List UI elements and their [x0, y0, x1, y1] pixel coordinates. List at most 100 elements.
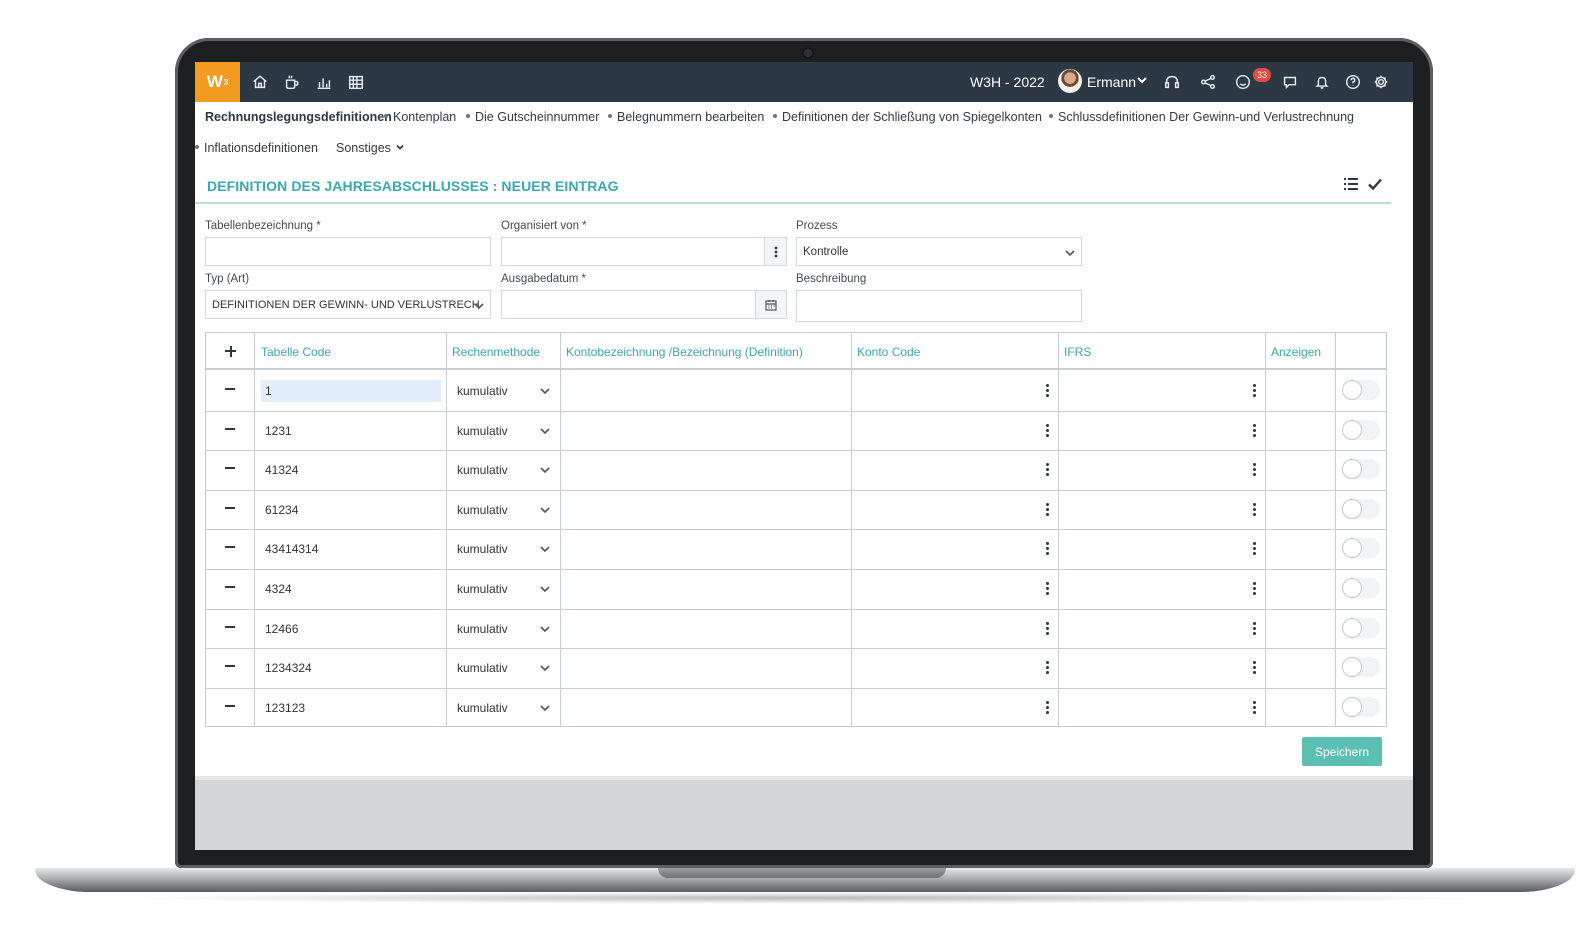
cell-code[interactable]: 12466 [265, 622, 298, 636]
cell-method-select[interactable]: kumulativ [457, 661, 508, 675]
remove-row-icon[interactable] [225, 665, 235, 668]
cell-account-name[interactable] [561, 570, 850, 608]
help-icon[interactable] [1343, 72, 1363, 92]
cell-account-name[interactable] [561, 451, 850, 489]
coffee-icon[interactable] [282, 72, 302, 92]
kebab-menu-icon[interactable] [765, 237, 787, 266]
account-code-menu-icon[interactable] [1046, 582, 1049, 595]
cell-method-select[interactable]: kumulativ [457, 424, 508, 438]
cell-method-select[interactable]: kumulativ [457, 503, 508, 517]
ifrs-menu-icon[interactable] [1253, 463, 1256, 477]
remove-row-icon[interactable] [225, 467, 235, 470]
cell-method-select[interactable]: kumulativ [457, 384, 508, 398]
cell-account-name[interactable] [561, 649, 850, 687]
cell-account-name[interactable] [561, 689, 850, 727]
account-code-menu-icon[interactable] [1046, 700, 1049, 714]
add-row-icon[interactable] [229, 345, 232, 357]
ifrs-menu-icon[interactable] [1253, 384, 1256, 397]
cell-account-name[interactable] [561, 372, 850, 410]
cell-code[interactable]: 1234324 [265, 661, 312, 675]
account-code-menu-icon[interactable] [1046, 621, 1049, 635]
ifrs-menu-icon[interactable] [1253, 700, 1256, 714]
show-toggle[interactable] [1342, 617, 1380, 638]
organized-by-field[interactable] [501, 237, 765, 266]
cell-method-select[interactable]: kumulativ [457, 463, 508, 477]
chat-icon[interactable] [1280, 72, 1300, 92]
remove-row-icon[interactable] [225, 427, 235, 430]
menu-more-dropdown[interactable]: Sonstiges [336, 141, 405, 155]
remove-row-icon[interactable] [225, 704, 235, 707]
smiley-icon[interactable] [1233, 72, 1253, 92]
cell-account-name[interactable] [561, 491, 850, 529]
cell-account-name[interactable] [561, 412, 850, 450]
cell-code[interactable]: 123123 [265, 701, 305, 715]
ifrs-menu-icon[interactable] [1253, 582, 1256, 595]
issue-date-field[interactable] [501, 290, 756, 319]
cell-method-select[interactable]: kumulativ [457, 542, 508, 556]
menu-item-spiegelkonten[interactable]: Definitionen der Schließung von Spiegelk… [773, 110, 1042, 124]
checkmark-icon[interactable] [1367, 176, 1385, 194]
account-code-menu-icon[interactable] [1046, 661, 1049, 675]
ifrs-menu-icon[interactable] [1253, 542, 1256, 556]
show-toggle[interactable] [1342, 696, 1380, 717]
save-button[interactable]: Speichern [1302, 737, 1382, 766]
cell-account-name[interactable] [561, 610, 850, 648]
col-header-method[interactable]: Rechenmethode [446, 333, 559, 370]
menu-item-rechnungslegung[interactable]: Rechnungslegungsdefinitionen [205, 110, 392, 124]
account-code-menu-icon[interactable] [1046, 423, 1049, 437]
menu-item-schlussdefinitionen[interactable]: Schlussdefinitionen Der Gewinn-und Verlu… [1049, 110, 1354, 124]
ifrs-menu-icon[interactable] [1253, 621, 1256, 635]
account-code-menu-icon[interactable] [1046, 542, 1049, 556]
menu-item-belegnummern[interactable]: Belegnummern bearbeiten [608, 110, 764, 124]
menu-item-inflation[interactable]: Inflationsdefinitionen [195, 141, 318, 155]
menu-item-kontenplan[interactable]: Kontenplan [384, 110, 456, 124]
cell-method-select[interactable]: kumulativ [457, 582, 508, 596]
account-code-menu-icon[interactable] [1046, 384, 1049, 397]
company-name[interactable]: W3H - 2022 [970, 74, 1045, 90]
ifrs-menu-icon[interactable] [1253, 423, 1256, 437]
description-textarea[interactable] [796, 290, 1082, 322]
show-toggle[interactable] [1342, 538, 1380, 559]
ifrs-menu-icon[interactable] [1253, 661, 1256, 675]
list-icon[interactable] [1343, 176, 1361, 194]
col-header-show[interactable]: Anzeigen [1265, 333, 1335, 370]
table-name-field[interactable] [205, 237, 491, 266]
show-toggle[interactable] [1342, 459, 1380, 480]
headset-icon[interactable] [1162, 72, 1182, 92]
remove-row-icon[interactable] [225, 586, 235, 588]
remove-row-icon[interactable] [225, 625, 235, 628]
show-toggle[interactable] [1342, 380, 1380, 400]
bell-icon[interactable] [1312, 72, 1332, 92]
remove-row-icon[interactable] [225, 546, 235, 549]
share-icon[interactable] [1198, 72, 1218, 92]
remove-row-icon[interactable] [225, 388, 235, 390]
col-header-ifrs[interactable]: IFRS [1058, 333, 1264, 370]
col-header-account-name[interactable]: Kontobezeichnung /Bezeichnung (Definitio… [560, 333, 850, 370]
show-toggle[interactable] [1342, 657, 1380, 678]
avatar[interactable] [1058, 69, 1082, 93]
ifrs-menu-icon[interactable] [1253, 502, 1256, 516]
cell-code[interactable]: 4324 [265, 582, 292, 596]
app-logo[interactable]: W3 [195, 62, 240, 102]
cell-code[interactable]: 1 [265, 384, 272, 398]
remove-row-icon[interactable] [225, 506, 235, 509]
bar-chart-icon[interactable] [314, 72, 334, 92]
chevron-down-icon[interactable] [1135, 73, 1149, 87]
notification-badge[interactable]: 33 [1253, 68, 1271, 82]
show-toggle[interactable] [1342, 419, 1380, 440]
col-header-code[interactable]: Tabelle Code [255, 333, 445, 370]
show-toggle[interactable] [1342, 498, 1380, 519]
cell-code[interactable]: 41324 [265, 463, 298, 477]
menu-item-gutscheinnummer[interactable]: Die Gutscheinnummer [466, 110, 599, 124]
account-code-menu-icon[interactable] [1046, 502, 1049, 516]
user-name[interactable]: Ermann [1087, 74, 1136, 90]
account-code-menu-icon[interactable] [1046, 463, 1049, 477]
cell-method-select[interactable]: kumulativ [457, 622, 508, 636]
col-header-account-code[interactable]: Konto Code [851, 333, 1057, 370]
calendar-grid-icon[interactable] [346, 72, 366, 92]
process-select[interactable]: Kontrolle [796, 237, 1082, 266]
cell-code[interactable]: 61234 [265, 503, 298, 517]
cell-code[interactable]: 1231 [265, 424, 292, 438]
cell-method-select[interactable]: kumulativ [457, 701, 508, 715]
cell-account-name[interactable] [561, 530, 850, 568]
